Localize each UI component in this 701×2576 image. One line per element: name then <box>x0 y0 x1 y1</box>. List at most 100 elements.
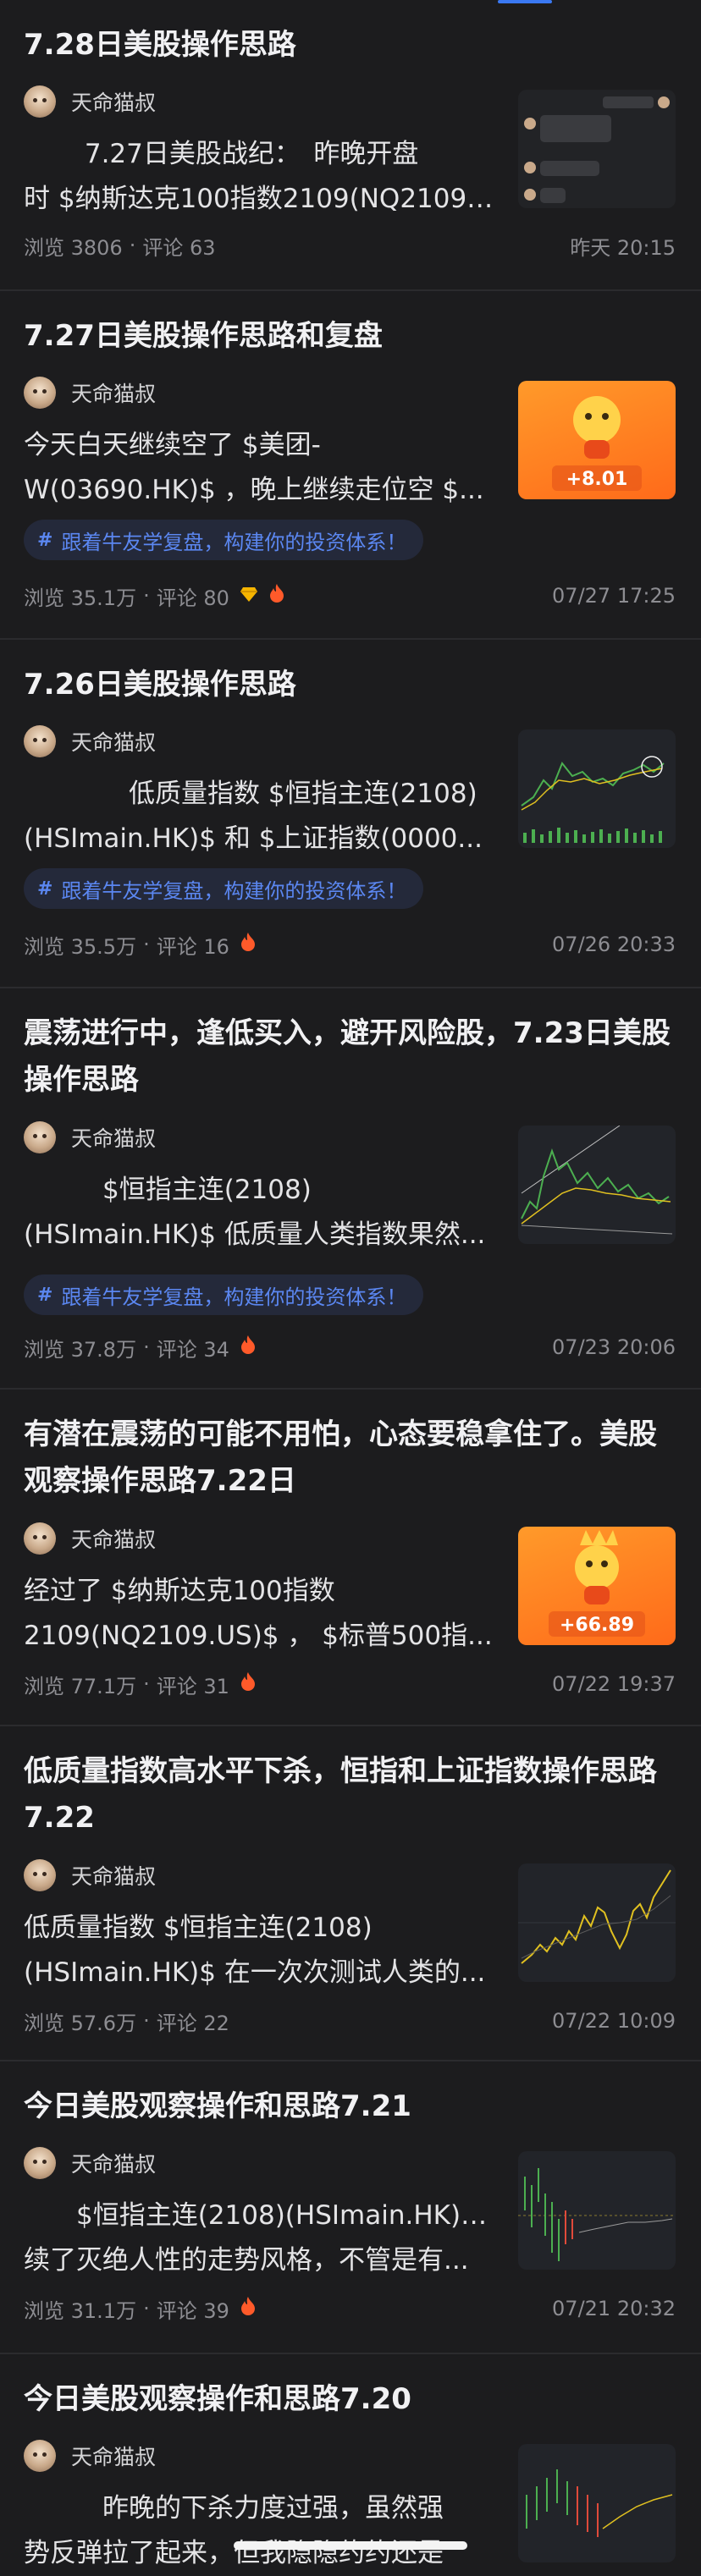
post-thumbnail[interactable]: +8.01 <box>518 381 676 499</box>
avatar[interactable] <box>24 1522 56 1555</box>
post-title[interactable]: 7.26日美股操作思路 <box>24 662 677 708</box>
avatar[interactable] <box>24 1121 56 1153</box>
meta-separator: · <box>143 1335 150 1359</box>
post-card[interactable]: 低质量指数高水平下杀，恒指和上证指数操作思路7.22 天命猫叔 低质量指数 $恒… <box>0 1726 701 2061</box>
meta-separator: · <box>143 933 150 956</box>
post-excerpt[interactable]: 今天白天继续空了 $美团- W(03690.HK)$ ，晚上继续走位空 $... <box>24 423 498 513</box>
comment-count[interactable]: 评论 63 <box>142 231 215 261</box>
post-excerpt[interactable]: 7.27日美股战纪： 昨晚开盘 时 $纳斯达克100指数2109(NQ2109.… <box>24 132 498 222</box>
author-row[interactable]: 天命猫叔 <box>24 1858 156 1892</box>
author-name[interactable]: 天命猫叔 <box>71 86 156 117</box>
post-thumbnail[interactable] <box>518 90 676 208</box>
comment-count[interactable]: 评论 80 <box>157 581 229 611</box>
hashtag-icon: # <box>37 878 53 900</box>
post-thumbnail[interactable]: +66.89 <box>518 1527 676 1645</box>
author-name[interactable]: 天命猫叔 <box>71 377 156 408</box>
excerpt-line: W(03690.HK)$ ，晚上继续走位空 $... <box>24 475 484 505</box>
view-count: 浏览 57.6万 <box>24 2011 137 2035</box>
author-row[interactable]: 天命猫叔 <box>24 724 156 758</box>
post-title[interactable]: 7.27日美股操作思路和复盘 <box>24 313 677 360</box>
post-title[interactable]: 今日美股观察操作和思路7.21 <box>24 2083 677 2130</box>
post-date: 07/21 20:32 <box>552 2297 676 2320</box>
home-indicator[interactable] <box>234 2541 467 2550</box>
meta-separator: · <box>143 2297 150 2320</box>
post-thumbnail[interactable] <box>518 1863 676 1982</box>
author-row[interactable]: 天命猫叔 <box>24 1522 156 1555</box>
post-title[interactable]: 7.28日美股操作思路 <box>24 22 677 69</box>
avatar[interactable] <box>24 2440 56 2472</box>
avatar[interactable] <box>24 377 56 409</box>
avatar[interactable] <box>24 725 56 757</box>
post-card[interactable]: 今日美股观察操作和思路7.20 天命猫叔 昨晚的下杀力度过强，虽然强 势反弹拉了… <box>0 2354 701 2568</box>
hashtag-icon: # <box>37 529 53 551</box>
topic-tag[interactable]: # 跟着牛友学复盘，构建你的投资体系！ <box>24 1274 424 1315</box>
author-row[interactable]: 天命猫叔 <box>24 1120 156 1154</box>
topic-tag[interactable]: # 跟着牛友学复盘，构建你的投资体系！ <box>24 868 424 909</box>
post-excerpt[interactable]: 低质量指数 $恒指主连(2108) (HSImain.HK)$ 在一次次测试人类… <box>24 1906 498 1995</box>
post-card[interactable]: 7.28日美股操作思路 天命猫叔 7.27日美股战纪： 昨晚开盘 时 $纳斯达克… <box>0 0 701 291</box>
post-meta: 浏览 35.1万 · 评论 80 07/27 17:25 <box>24 581 676 611</box>
comment-count[interactable]: 评论 34 <box>157 1333 229 1362</box>
thumbnail-gain-value: +8.01 <box>566 469 628 490</box>
topic-label: 跟着牛友学复盘，构建你的投资体系！ <box>61 530 407 554</box>
meta-separator: · <box>143 584 150 608</box>
post-date: 07/22 10:09 <box>552 2009 676 2033</box>
fire-icon <box>240 1335 257 1360</box>
post-title[interactable]: 低质量指数高水平下杀，恒指和上证指数操作思路7.22 <box>24 1748 677 1841</box>
comment-count[interactable]: 评论 22 <box>157 2006 229 2036</box>
avatar[interactable] <box>24 2147 56 2179</box>
post-card[interactable]: 有潜在震荡的可能不用怕，心态要稳拿住了。美股观察操作思路7.22日 天命猫叔 经… <box>0 1390 701 1726</box>
post-title[interactable]: 今日美股观察操作和思路7.20 <box>24 2376 677 2423</box>
meta-separator: · <box>129 234 136 257</box>
view-count: 浏览 35.5万 <box>24 934 137 959</box>
post-card[interactable]: 今日美股观察操作和思路7.21 天命猫叔 $恒指主连(2108)(HSImain… <box>0 2061 701 2354</box>
post-thumbnail[interactable] <box>518 1126 676 1244</box>
thumbnail-gain-value: +66.89 <box>560 1615 634 1636</box>
author-name[interactable]: 天命猫叔 <box>71 1860 156 1891</box>
excerpt-line: (HSImain.HK)$ 和 $上证指数(0000... <box>24 823 483 854</box>
post-card[interactable]: 7.27日美股操作思路和复盘 天命猫叔 今天白天继续空了 $美团- W(0369… <box>0 291 701 640</box>
view-count: 浏览 35.1万 <box>24 586 137 610</box>
comment-count[interactable]: 评论 16 <box>157 930 229 960</box>
avatar[interactable] <box>24 1859 56 1891</box>
excerpt-line: (HSImain.HK)$ 低质量人类指数果然... <box>24 1219 486 1250</box>
post-date: 昨天 20:15 <box>570 235 676 260</box>
post-card[interactable]: 震荡进行中，逢低买入，避开风险股，7.23日美股操作思路 天命猫叔 $恒指主连(… <box>0 988 701 1390</box>
topic-tag[interactable]: # 跟着牛友学复盘，构建你的投资体系！ <box>24 520 424 560</box>
excerpt-line: 经过了 $纳斯达克100指数 <box>24 1576 335 1606</box>
post-card[interactable]: 7.26日美股操作思路 天命猫叔 低质量指数 $恒指主连(2108) (HSIm… <box>0 640 701 988</box>
author-name[interactable]: 天命猫叔 <box>71 2441 156 2471</box>
author-name[interactable]: 天命猫叔 <box>71 726 156 757</box>
post-excerpt[interactable]: $恒指主连(2108)(HSImain.HK)$ 延 续了灭绝人性的走势风格，不… <box>24 2193 498 2283</box>
post-thumbnail[interactable] <box>518 2444 676 2562</box>
excerpt-line: 昨晚的下杀力度过强，虽然强 <box>24 2493 444 2524</box>
post-meta: 浏览 35.5万 · 评论 16 07/26 20:33 <box>24 929 676 960</box>
post-thumbnail[interactable] <box>518 729 676 848</box>
author-row[interactable]: 天命猫叔 <box>24 2439 156 2473</box>
author-row[interactable]: 天命猫叔 <box>24 85 156 118</box>
post-excerpt[interactable]: $恒指主连(2108) (HSImain.HK)$ 低质量人类指数果然... <box>24 1168 498 1258</box>
meta-separator: · <box>143 1672 150 1696</box>
view-count: 浏览 37.8万 <box>24 1337 137 1362</box>
view-count: 浏览 31.1万 <box>24 2298 137 2323</box>
post-meta: 浏览 37.8万 · 评论 34 07/23 20:06 <box>24 1332 676 1362</box>
avatar[interactable] <box>24 85 56 118</box>
fire-icon <box>240 2296 257 2321</box>
author-row[interactable]: 天命猫叔 <box>24 2146 156 2180</box>
author-name[interactable]: 天命猫叔 <box>71 1523 156 1554</box>
post-title[interactable]: 有潜在震荡的可能不用怕，心态要稳拿住了。美股观察操作思路7.22日 <box>24 1412 677 1505</box>
post-excerpt[interactable]: 昨晚的下杀力度过强，虽然强 势反弹拉了起来，但我隐隐约约还是 <box>24 2486 498 2576</box>
excerpt-line: (HSImain.HK)$ 在一次次测试人类的... <box>24 1957 486 1988</box>
post-excerpt[interactable]: 低质量指数 $恒指主连(2108) (HSImain.HK)$ 和 $上证指数(… <box>24 772 498 861</box>
author-row[interactable]: 天命猫叔 <box>24 376 156 410</box>
excerpt-line: 势反弹拉了起来，但我隐隐约约还是 <box>24 2538 444 2568</box>
author-name[interactable]: 天命猫叔 <box>71 2148 156 2178</box>
meta-separator: · <box>143 2009 150 2033</box>
comment-count[interactable]: 评论 31 <box>157 1670 229 1699</box>
post-thumbnail[interactable] <box>518 2151 676 2270</box>
post-title[interactable]: 震荡进行中，逢低买入，避开风险股，7.23日美股操作思路 <box>24 1010 677 1104</box>
excerpt-line: $恒指主连(2108)(HSImain.HK)$ 延 <box>24 2200 498 2231</box>
comment-count[interactable]: 评论 39 <box>157 2294 229 2324</box>
post-excerpt[interactable]: 经过了 $纳斯达克100指数 2109(NQ2109.US)$ ， $标普500… <box>24 1569 498 1659</box>
author-name[interactable]: 天命猫叔 <box>71 1122 156 1153</box>
